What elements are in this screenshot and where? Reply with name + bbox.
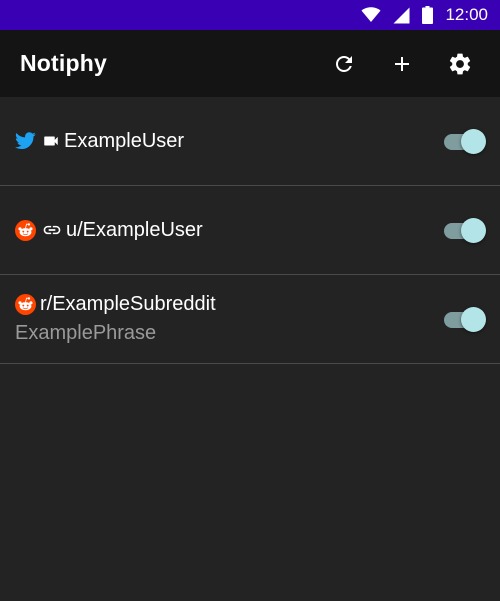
app-actions: [318, 30, 486, 97]
toggle-thumb: [461, 129, 486, 154]
link-icon: [42, 220, 62, 240]
list-item[interactable]: r/ExampleSubreddit ExamplePhrase: [0, 275, 500, 364]
list-item-title: r/ExampleSubreddit: [40, 293, 216, 315]
reddit-icon: [15, 219, 36, 241]
add-icon: [390, 52, 414, 76]
reddit-icon: [15, 294, 36, 315]
cell-signal-icon: [393, 7, 410, 24]
app-title: Notiphy: [20, 50, 107, 76]
refresh-button[interactable]: [318, 38, 370, 90]
enable-toggle[interactable]: [442, 217, 486, 243]
list-item-header: r/ExampleSubreddit: [15, 293, 420, 316]
video-icon: [42, 132, 60, 150]
list-item-title: u/ExampleUser: [66, 218, 203, 241]
add-button[interactable]: [376, 38, 428, 90]
status-icons: 12:00: [361, 0, 488, 30]
notification-list: ExampleUser u/ExampleUser r/ExampleSubre…: [0, 97, 500, 364]
list-item-content: r/ExampleSubreddit ExamplePhrase: [15, 275, 420, 363]
battery-icon: [422, 6, 434, 24]
list-item-header: ExampleUser: [15, 130, 420, 153]
list-item[interactable]: ExampleUser: [0, 97, 500, 186]
list-item-content: ExampleUser: [15, 97, 420, 185]
wifi-icon: [361, 7, 381, 23]
list-item-header: u/ExampleUser: [15, 219, 420, 242]
status-time: 12:00: [445, 5, 488, 24]
status-bar: 12:00: [0, 0, 500, 30]
app-bar: Notiphy: [0, 30, 500, 97]
enable-toggle[interactable]: [442, 128, 486, 154]
list-item-content: u/ExampleUser: [15, 186, 420, 274]
list-item-subtitle: ExamplePhrase: [15, 322, 157, 344]
list-item[interactable]: u/ExampleUser: [0, 186, 500, 275]
toggle-thumb: [461, 218, 486, 243]
list-item-title: ExampleUser: [64, 129, 185, 152]
settings-icon: [447, 51, 473, 77]
settings-button[interactable]: [434, 38, 486, 90]
toggle-thumb: [461, 307, 486, 332]
refresh-icon: [332, 52, 356, 76]
enable-toggle[interactable]: [442, 306, 486, 332]
twitter-icon: [15, 132, 36, 150]
